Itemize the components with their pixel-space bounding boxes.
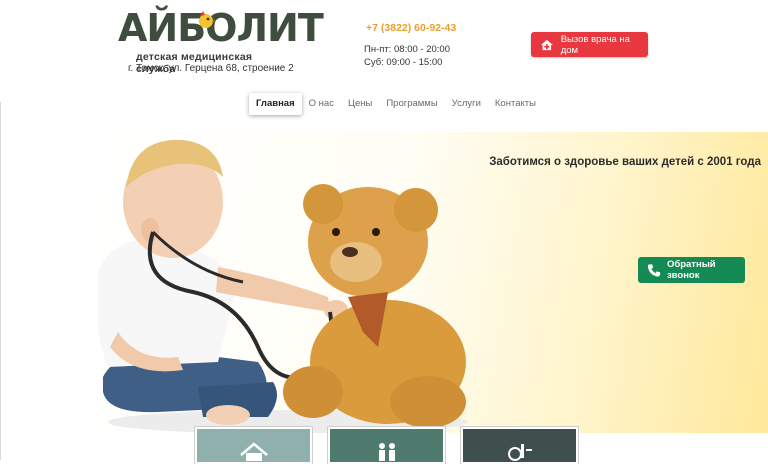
nav-item-about[interactable]: О нас: [302, 93, 341, 115]
logo[interactable]: АЙБОЛИТ детская медицинская служба: [118, 6, 324, 75]
bird-logo-icon: [199, 11, 216, 28]
home-icon: [239, 442, 268, 461]
call-doctor-button[interactable]: Вызов врача на дом: [531, 32, 648, 57]
hero-banner: Заботимся о здоровье ваших детей с 2001 …: [98, 132, 768, 433]
main-nav: Главная О нас Цены Программы Услуги Конт…: [249, 93, 543, 115]
service-tile-lab[interactable]: [461, 427, 578, 464]
nav-item-contacts[interactable]: Контакты: [488, 93, 543, 115]
hours-saturday: Суб: 09:00 - 15:00: [364, 57, 443, 68]
service-tiles: [0, 427, 768, 464]
microscope-icon: [507, 444, 532, 461]
service-tile-family[interactable]: [328, 427, 445, 464]
nav-item-programs[interactable]: Программы: [379, 93, 444, 115]
callback-button[interactable]: Обратный звонок: [638, 257, 745, 283]
call-doctor-label: Вызов врача на дом: [560, 33, 630, 56]
hours-weekdays: Пн-пт: 08:00 - 20:00: [364, 44, 451, 55]
phone-icon: [647, 263, 661, 277]
nav-item-services[interactable]: Услуги: [445, 93, 488, 115]
phone-number[interactable]: +7 (3822) 60-92-43: [366, 22, 456, 34]
nav-item-prices[interactable]: Цены: [341, 93, 379, 115]
left-divider: [0, 102, 1, 460]
working-hours: Пн-пт: 08:00 - 20:00 Суб: 09:00 - 15:00: [364, 43, 450, 69]
callback-label: Обратный звонок: [666, 259, 716, 281]
service-tile-home[interactable]: [195, 427, 312, 464]
child-with-teddy-bear-image: [98, 139, 468, 433]
house-plus-icon: [540, 39, 553, 50]
hero-title: Заботимся о здоровье ваших детей с 2001 …: [489, 156, 761, 168]
logo-wordmark: АЙБОЛИТ: [118, 6, 324, 50]
clinic-address: г. Томск, ул. Герцена 68, строение 2: [128, 63, 294, 74]
family-icon: [378, 443, 395, 461]
nav-item-home[interactable]: Главная: [249, 93, 302, 115]
site-header: АЙБОЛИТ детская медицинская служба г. То…: [0, 0, 768, 132]
